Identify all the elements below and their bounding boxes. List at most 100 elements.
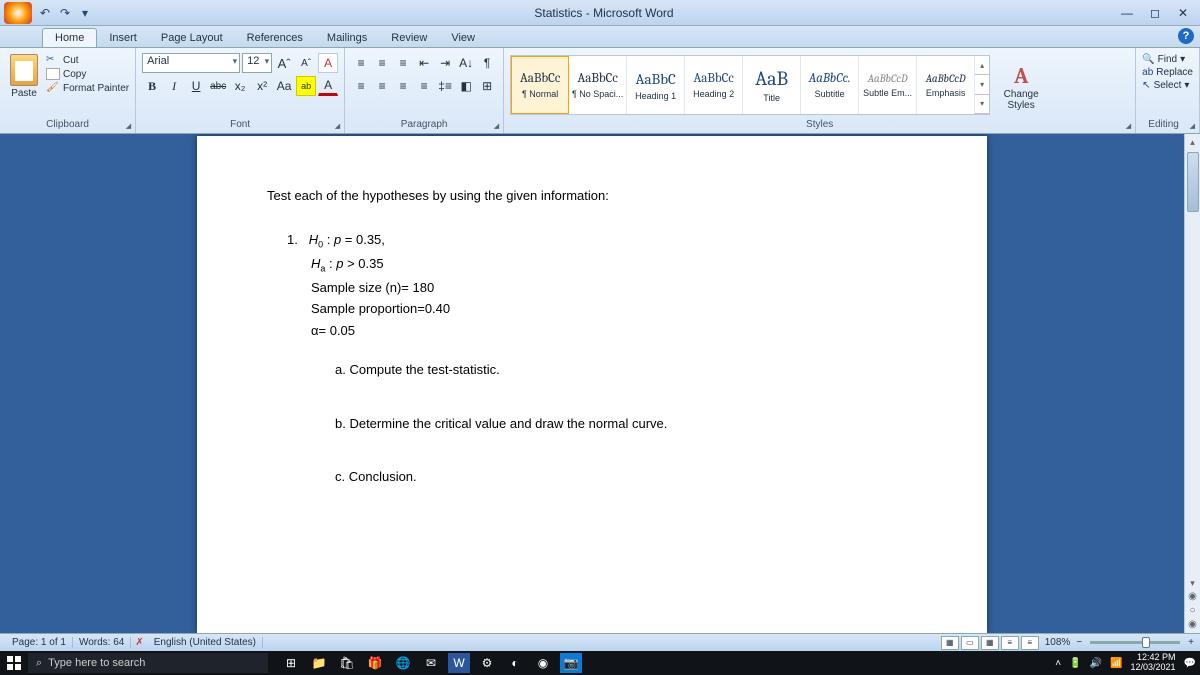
superscript-button[interactable]: x² xyxy=(252,76,272,96)
align-left-button[interactable]: ≡ xyxy=(351,76,371,96)
format-painter-button[interactable]: 🖌Format Painter xyxy=(46,82,129,94)
style-gallery[interactable]: AaBbCc¶ Normal AaBbCc¶ No Spaci... AaBbC… xyxy=(510,55,990,115)
scroll-thumb[interactable] xyxy=(1187,152,1199,212)
replace-button[interactable]: abReplace xyxy=(1142,67,1193,78)
browse-object-button[interactable]: ○ xyxy=(1189,605,1195,619)
subscript-button[interactable]: x₂ xyxy=(230,76,250,96)
style-subtitle[interactable]: AaBbCc.Subtitle xyxy=(801,56,859,114)
status-page[interactable]: Page: 1 of 1 xyxy=(6,637,73,648)
vertical-scrollbar[interactable]: ▴ ▾ ◉ ○ ◉ xyxy=(1184,134,1200,633)
select-button[interactable]: ↖Select ▾ xyxy=(1142,80,1193,91)
redo-button[interactable]: ↷ xyxy=(56,4,74,22)
mail-icon[interactable]: ✉ xyxy=(420,653,442,673)
close-button[interactable]: ✕ xyxy=(1170,4,1196,22)
sort-button[interactable]: A↓ xyxy=(456,53,476,73)
undo-button[interactable]: ↶ xyxy=(36,4,54,22)
status-words[interactable]: Words: 64 xyxy=(73,637,131,648)
task-view-icon[interactable]: ⊞ xyxy=(280,653,302,673)
taskbar-search[interactable]: ⌕ Type here to search xyxy=(28,653,268,673)
network-icon[interactable]: 📶 xyxy=(1110,658,1122,669)
style-no-spacing[interactable]: AaBbCc¶ No Spaci... xyxy=(569,56,627,114)
numbering-button[interactable]: ≡ xyxy=(372,53,392,73)
settings-icon[interactable]: ⚙ xyxy=(476,653,498,673)
grow-font-button[interactable]: Aˆ xyxy=(274,53,294,73)
tab-mailings[interactable]: Mailings xyxy=(315,29,379,47)
start-button[interactable] xyxy=(4,653,24,673)
minimize-button[interactable]: — xyxy=(1114,4,1140,22)
show-marks-button[interactable]: ¶ xyxy=(477,53,497,73)
edge-icon[interactable]: 🌐 xyxy=(392,653,414,673)
paste-button[interactable]: Paste xyxy=(6,50,42,99)
increase-indent-button[interactable]: ⇥ xyxy=(435,53,455,73)
zoom-in-button[interactable]: + xyxy=(1188,637,1194,648)
justify-button[interactable]: ≡ xyxy=(414,76,434,96)
style-subtle-emphasis[interactable]: AaBbCcDSubtle Em... xyxy=(859,56,917,114)
view-web-layout[interactable]: ▦ xyxy=(981,636,999,650)
tab-insert[interactable]: Insert xyxy=(97,29,149,47)
qat-more-button[interactable]: ▾ xyxy=(76,4,94,22)
view-full-screen[interactable]: ▭ xyxy=(961,636,979,650)
document-page[interactable]: Test each of the hypotheses by using the… xyxy=(197,136,987,633)
tray-expand-icon[interactable]: ˄ xyxy=(1055,658,1061,669)
tab-view[interactable]: View xyxy=(439,29,487,47)
zoom-out-button[interactable]: − xyxy=(1076,637,1082,648)
find-button[interactable]: 🔍Find ▾ xyxy=(1142,54,1193,65)
change-styles-button[interactable]: A Change Styles xyxy=(998,57,1044,111)
tab-review[interactable]: Review xyxy=(379,29,439,47)
scroll-up-button[interactable]: ▴ xyxy=(1185,134,1200,150)
bullets-button[interactable]: ≡ xyxy=(351,53,371,73)
clock[interactable]: 12:42 PM 12/03/2021 xyxy=(1131,653,1176,673)
strikethrough-button[interactable]: abc xyxy=(208,76,228,96)
shading-button[interactable]: ◧ xyxy=(456,76,476,96)
font-color-button[interactable]: A xyxy=(318,76,338,96)
style-heading2[interactable]: AaBbCcHeading 2 xyxy=(685,56,743,114)
style-heading1[interactable]: AaBbCHeading 1 xyxy=(627,56,685,114)
underline-button[interactable]: U xyxy=(186,76,206,96)
scroll-down-button[interactable]: ▾ xyxy=(1185,575,1200,591)
multilevel-button[interactable]: ≡ xyxy=(393,53,413,73)
cut-button[interactable]: ✂Cut xyxy=(46,54,129,66)
help-button[interactable]: ? xyxy=(1178,28,1194,44)
office-button[interactable] xyxy=(4,2,32,24)
battery-icon[interactable]: 🔋 xyxy=(1069,658,1081,669)
align-right-button[interactable]: ≡ xyxy=(393,76,413,96)
font-name-combo[interactable]: Arial xyxy=(142,53,240,73)
align-center-button[interactable]: ≡ xyxy=(372,76,392,96)
maximize-button[interactable]: ◻ xyxy=(1142,4,1168,22)
document-area[interactable]: Test each of the hypotheses by using the… xyxy=(0,134,1184,633)
highlight-button[interactable]: ab xyxy=(296,76,316,96)
camera-icon[interactable]: 📷 xyxy=(560,653,582,673)
spell-check-icon[interactable]: ✗ xyxy=(135,637,143,648)
bold-button[interactable]: B xyxy=(142,76,162,96)
chrome-canary-icon[interactable]: ◐ xyxy=(504,653,526,673)
file-explorer-icon[interactable]: 📁 xyxy=(308,653,330,673)
volume-icon[interactable]: 🔊 xyxy=(1090,658,1102,669)
zoom-level[interactable]: 108% xyxy=(1045,637,1071,648)
gallery-scroll[interactable]: ▴▾▾ xyxy=(975,56,989,114)
view-print-layout[interactable]: ▦ xyxy=(941,636,959,650)
status-language[interactable]: English (United States) xyxy=(148,637,263,648)
view-draft[interactable]: ≡ xyxy=(1021,636,1039,650)
prev-page-button[interactable]: ◉ xyxy=(1188,591,1197,605)
shrink-font-button[interactable]: Aˆ xyxy=(296,53,316,73)
zoom-slider[interactable] xyxy=(1090,641,1180,644)
tab-page-layout[interactable]: Page Layout xyxy=(149,29,235,47)
borders-button[interactable]: ⊞ xyxy=(477,76,497,96)
tab-home[interactable]: Home xyxy=(42,28,97,47)
copy-button[interactable]: Copy xyxy=(46,68,129,80)
tab-references[interactable]: References xyxy=(235,29,315,47)
word-icon[interactable]: W xyxy=(448,653,470,673)
next-page-button[interactable]: ◉ xyxy=(1188,619,1197,633)
chrome-icon[interactable]: ◉ xyxy=(532,653,554,673)
italic-button[interactable]: I xyxy=(164,76,184,96)
style-emphasis[interactable]: AaBbCcDEmphasis xyxy=(917,56,975,114)
line-spacing-button[interactable]: ‡≡ xyxy=(435,76,455,96)
font-size-combo[interactable]: 12 xyxy=(242,53,272,73)
style-title[interactable]: AaBTitle xyxy=(743,56,801,114)
notifications-icon[interactable]: 💬 xyxy=(1184,658,1196,669)
change-case-button[interactable]: Aa xyxy=(274,76,294,96)
decrease-indent-button[interactable]: ⇤ xyxy=(414,53,434,73)
clear-formatting-button[interactable]: A xyxy=(318,53,338,73)
gift-icon[interactable]: 🎁 xyxy=(364,653,386,673)
view-outline[interactable]: ≡ xyxy=(1001,636,1019,650)
